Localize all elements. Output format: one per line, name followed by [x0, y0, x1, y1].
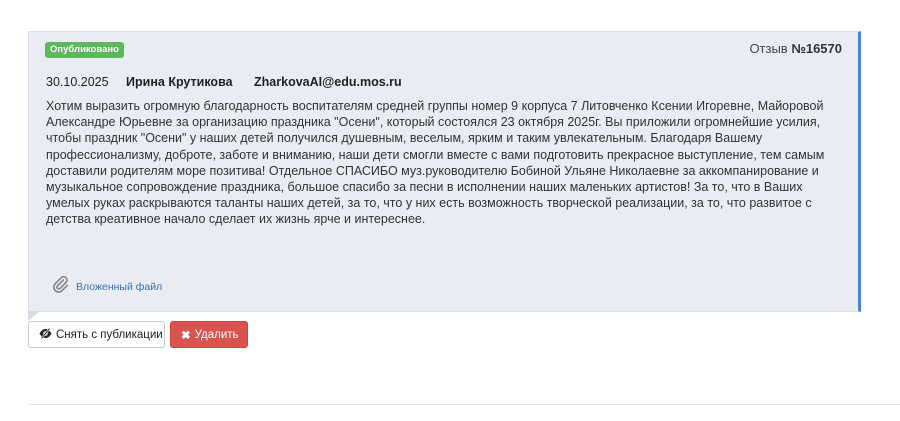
unpublish-label: Снять с публикации [56, 328, 163, 341]
paperclip-icon [51, 275, 69, 298]
card-corner-decoration [28, 311, 40, 321]
unpublish-button[interactable]: Снять с публикации [28, 321, 165, 348]
status-badge: Опубликовано [45, 42, 124, 58]
delete-label: Удалить [194, 328, 239, 341]
review-text: Хотим выразить огромную благодарность во… [46, 99, 825, 227]
divider [28, 404, 900, 405]
attachment-label[interactable]: Вложенный файл [76, 281, 162, 293]
review-email: ZharkovaAI@edu.mos.ru [254, 75, 402, 89]
review-date: 30.10.2025 [46, 75, 109, 89]
attachment-link[interactable]: Вложенный файл [51, 275, 162, 298]
eye-slash-icon [39, 327, 52, 342]
delete-button[interactable]: ✖ Удалить [170, 321, 248, 348]
review-card: Опубликовано Отзыв №16570 30.10.2025 Ири… [28, 31, 861, 312]
review-number-label: Отзыв [749, 41, 788, 56]
close-icon: ✖ [181, 329, 191, 342]
review-number-value: №16570 [791, 41, 842, 56]
review-author: Ирина Крутикова [126, 75, 233, 89]
review-meta: 30.10.2025 Ирина Крутикова ZharkovaAI@ed… [46, 75, 402, 89]
review-number: Отзыв №16570 [749, 41, 842, 56]
